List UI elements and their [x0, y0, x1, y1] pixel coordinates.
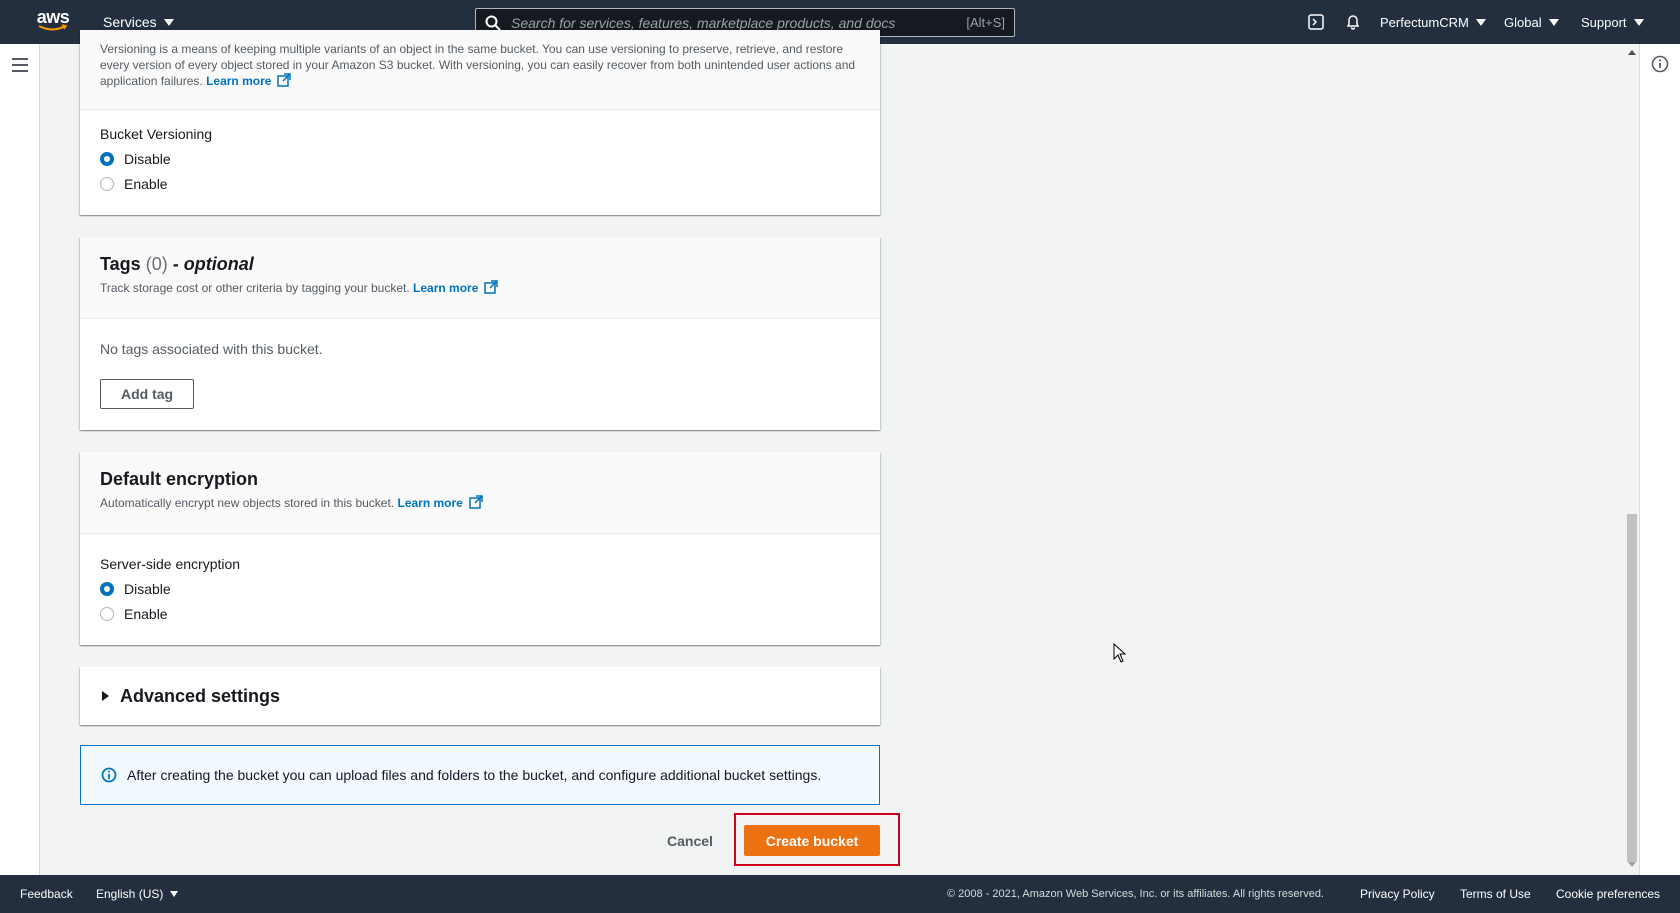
external-link-icon [484, 280, 499, 294]
cancel-button[interactable]: Cancel [660, 826, 720, 856]
aws-logo-text: aws [36, 7, 70, 27]
right-rail [1639, 44, 1680, 875]
versioning-enable-label: Enable [124, 175, 168, 192]
tags-panel: Tags (0) - optional Track storage cost o… [80, 237, 880, 430]
services-label: Services [103, 14, 157, 30]
advanced-settings-expander[interactable]: Advanced settings [80, 667, 880, 725]
cookie-preferences-link[interactable]: Cookie preferences [1556, 875, 1660, 913]
tags-body: No tags associated with this bucket. Add… [80, 319, 880, 409]
scrollbar-thumb[interactable] [1627, 514, 1637, 862]
info-alert: After creating the bucket you can upload… [80, 745, 880, 805]
versioning-learn-more-link[interactable]: Learn more [206, 73, 292, 88]
language-selector[interactable]: English (US) [96, 875, 179, 913]
info-panel-icon[interactable] [1651, 55, 1669, 73]
caret-down-icon [163, 18, 174, 26]
caret-down-icon [170, 891, 179, 897]
footer: Feedback English (US) © 2008 - 2021, Ama… [0, 875, 1680, 913]
tags-header: Tags (0) - optional Track storage cost o… [80, 237, 880, 319]
account-menu[interactable]: PerfectumCRM [1380, 0, 1486, 44]
cloudshell-icon [1308, 14, 1324, 30]
search-icon [485, 15, 501, 31]
tags-optional: - optional [172, 254, 254, 274]
tags-title: Tags (0) - optional [100, 254, 860, 275]
learn-more-label: Learn more [397, 496, 463, 510]
tags-description-text: Track storage cost or other criteria by … [100, 281, 410, 295]
aws-logo[interactable]: aws [34, 8, 72, 36]
scroll-up-arrow-icon[interactable] [1628, 50, 1636, 55]
versioning-field-label: Bucket Versioning [100, 126, 213, 142]
encryption-title: Default encryption [100, 469, 259, 489]
versioning-disable-label: Disable [124, 150, 171, 167]
advanced-settings-title: Advanced settings [120, 685, 281, 706]
add-tag-button[interactable]: Add tag [100, 379, 195, 409]
create-bucket-button[interactable]: Create bucket [744, 825, 880, 856]
radio-unchecked-icon [100, 606, 114, 621]
encryption-disable-label: Disable [124, 580, 171, 597]
versioning-disable-radio[interactable]: Disable [100, 146, 860, 171]
cloudshell-button[interactable] [1308, 0, 1324, 44]
encryption-description-text: Automatically encrypt new objects stored… [100, 496, 395, 510]
caret-down-icon [1475, 18, 1486, 26]
versioning-panel: Versioning is a means of keeping multipl… [80, 30, 880, 215]
external-link-icon [469, 495, 483, 509]
tags-learn-more-link[interactable]: Learn more [413, 280, 499, 295]
radio-checked-icon [100, 581, 114, 596]
tags-title-text: Tags [100, 254, 141, 274]
versioning-body: Bucket Versioning Disable Enable [80, 110, 880, 196]
search-input[interactable] [511, 14, 967, 31]
encryption-header: Default encryption Automatically encrypt… [80, 452, 880, 534]
region-menu[interactable]: Global [1504, 0, 1559, 44]
encryption-body: Server-side encryption Disable Enable [80, 534, 880, 626]
info-alert-text: After creating the bucket you can upload… [127, 767, 822, 783]
encryption-panel: Default encryption Automatically encrypt… [80, 452, 880, 645]
caret-down-icon [1633, 18, 1644, 26]
mouse-cursor-icon [1113, 643, 1127, 663]
support-menu[interactable]: Support [1581, 0, 1644, 44]
encryption-description: Automatically encrypt new objects stored… [100, 495, 860, 511]
region-label: Global [1504, 14, 1542, 30]
tags-description: Track storage cost or other criteria by … [100, 280, 860, 296]
language-label: English (US) [96, 887, 164, 901]
account-label: PerfectumCRM [1380, 14, 1469, 30]
notifications-button[interactable] [1345, 0, 1361, 44]
caret-down-icon [1548, 18, 1559, 26]
tags-empty-text: No tags associated with this bucket. [100, 341, 323, 357]
encryption-disable-radio[interactable]: Disable [100, 576, 860, 601]
terms-of-use-link[interactable]: Terms of Use [1460, 875, 1531, 913]
learn-more-label: Learn more [206, 74, 272, 88]
feedback-link[interactable]: Feedback [20, 875, 73, 913]
versioning-header: Versioning is a means of keeping multipl… [80, 30, 880, 110]
radio-unchecked-icon [100, 176, 114, 191]
menu-icon[interactable] [12, 58, 28, 76]
left-rail [0, 44, 40, 875]
scrollbar[interactable] [1624, 44, 1639, 875]
versioning-enable-radio[interactable]: Enable [100, 171, 860, 196]
scroll-down-arrow-icon[interactable] [1628, 862, 1636, 867]
encryption-field-label: Server-side encryption [100, 556, 241, 572]
tags-count: (0) [145, 254, 168, 274]
info-icon [101, 767, 117, 783]
encryption-learn-more-link[interactable]: Learn more [397, 495, 483, 510]
privacy-policy-link[interactable]: Privacy Policy [1360, 875, 1435, 913]
bell-icon [1346, 15, 1360, 30]
caret-right-icon [102, 691, 109, 701]
learn-more-label: Learn more [413, 281, 479, 295]
search-shortcut: [Alt+S] [966, 15, 1005, 30]
support-label: Support [1581, 14, 1627, 30]
radio-checked-icon [100, 151, 114, 166]
copyright-text: © 2008 - 2021, Amazon Web Services, Inc.… [947, 888, 1324, 900]
encryption-enable-label: Enable [124, 605, 168, 622]
external-link-icon [277, 73, 292, 87]
encryption-enable-radio[interactable]: Enable [100, 601, 860, 626]
versioning-description: Versioning is a means of keeping multipl… [100, 41, 860, 89]
